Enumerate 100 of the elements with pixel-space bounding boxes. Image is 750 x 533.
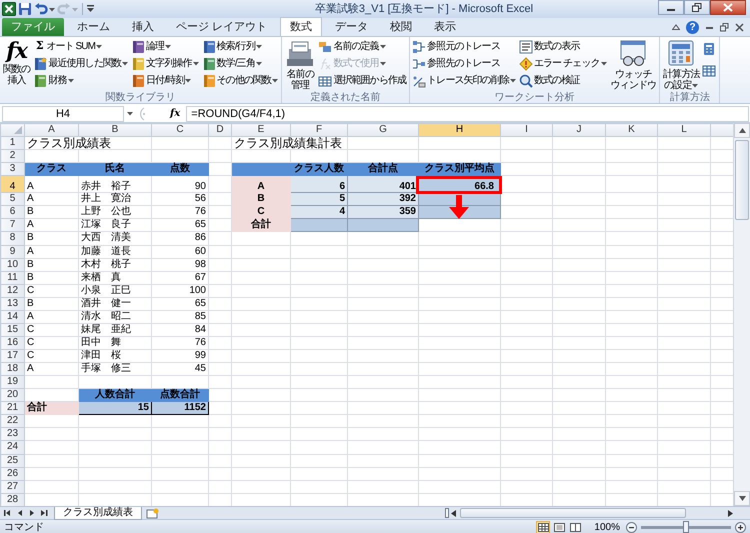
table-cell[interactable]: 赤井 裕子 (78, 176, 152, 193)
table-cell[interactable]: 84 (152, 323, 208, 336)
table-cell[interactable]: 合計 (24, 402, 78, 415)
table-cell[interactable]: 酒井 健一 (78, 297, 152, 310)
insert-function-button[interactable]: fx (170, 106, 180, 121)
column-header[interactable]: B (78, 124, 152, 137)
table-cell[interactable]: 6 (290, 176, 348, 193)
ribbon-button[interactable]: 最近使用した関数 (33, 55, 130, 72)
table-cell[interactable]: 4 (290, 206, 348, 219)
scroll-left-button[interactable] (451, 510, 456, 516)
new-sheet-button[interactable] (146, 508, 160, 518)
column-header[interactable]: E (232, 124, 290, 137)
table-cell[interactable]: C (24, 350, 78, 363)
row-header[interactable]: 10 (0, 258, 24, 272)
ribbon-tab[interactable]: 表示 (425, 18, 466, 36)
table-cell[interactable]: 65 (152, 297, 208, 310)
ribbon-tab[interactable]: 挿入 (123, 18, 163, 36)
ribbon-button[interactable]: トレース矢印の削除 (412, 72, 517, 89)
table-cell[interactable]: 359 (348, 206, 418, 219)
column-header[interactable]: K (606, 124, 658, 137)
maximize-button[interactable] (684, 0, 710, 15)
row-header[interactable]: 5 (0, 192, 24, 206)
row-header[interactable]: 20 (0, 388, 24, 402)
table-cell[interactable] (348, 218, 418, 232)
row-header[interactable]: 6 (0, 206, 24, 219)
table-cell[interactable]: 45 (152, 362, 208, 376)
header-cell[interactable]: 点数合計 (152, 388, 208, 402)
table-cell[interactable]: 清水 昭二 (78, 310, 152, 324)
column-header[interactable]: F (290, 124, 348, 137)
minimize-button[interactable] (658, 0, 684, 15)
row-header[interactable]: 12 (0, 284, 24, 298)
table-cell[interactable]: 合計 (232, 218, 290, 232)
table-cell[interactable]: B (24, 271, 78, 284)
ribbon-tab[interactable]: ホーム (68, 18, 119, 36)
ribbon-button[interactable]: fx 関数の 挿入 (2, 38, 32, 90)
table-cell[interactable] (290, 218, 348, 232)
row-header[interactable]: 2 (0, 150, 24, 163)
row-header[interactable]: 19 (0, 376, 24, 389)
scroll-down-button[interactable] (734, 491, 750, 506)
row-header[interactable]: 4 (0, 176, 24, 193)
table-cell[interactable]: B (232, 192, 290, 206)
name-box-dropdown[interactable] (124, 111, 136, 116)
previous-sheet-button[interactable] (16, 509, 24, 517)
zoom-in-button[interactable] (735, 522, 746, 532)
view-button[interactable] (552, 520, 566, 533)
table-cell[interactable]: C (24, 323, 78, 336)
ribbon-button[interactable]: 選択範囲から作成 (318, 72, 408, 89)
table-cell[interactable]: B (24, 258, 78, 272)
column-header[interactable]: I (500, 124, 552, 137)
column-header[interactable]: C (152, 124, 208, 137)
sheet-tab[interactable]: クラス別成績表 (54, 506, 142, 520)
scroll-up-button[interactable] (734, 123, 750, 138)
table-cell[interactable]: 100 (152, 284, 208, 298)
ribbon-button[interactable]: 論理 (131, 38, 200, 55)
ribbon-button[interactable]: 数式の検証 (518, 72, 608, 89)
table-cell[interactable]: 15 (78, 402, 152, 415)
sheet-title[interactable]: クラス別成績表 (24, 136, 152, 150)
table-cell[interactable]: 大西 清美 (78, 232, 152, 245)
next-sheet-button[interactable] (28, 509, 36, 517)
zoom-out-button[interactable] (626, 522, 637, 532)
table-cell[interactable]: 妹尾 亜紀 (78, 323, 152, 336)
table-cell[interactable]: A (24, 245, 78, 258)
row-header[interactable]: 28 (0, 493, 24, 506)
table-cell[interactable]: 86 (152, 232, 208, 245)
row-header[interactable]: 18 (0, 362, 24, 376)
table-cell[interactable]: 加藤 道長 (78, 245, 152, 258)
row-header[interactable]: 17 (0, 350, 24, 363)
row-header[interactable]: 3 (0, 162, 24, 176)
ribbon-button[interactable]: その他の関数 (202, 72, 280, 89)
header-cell[interactable] (232, 162, 290, 176)
row-header[interactable]: 24 (0, 440, 24, 454)
table-cell[interactable]: 392 (348, 192, 418, 206)
ribbon-button[interactable]: 検索/行列 (202, 38, 280, 55)
row-header[interactable]: 25 (0, 454, 24, 468)
last-sheet-button[interactable] (40, 509, 48, 517)
table-cell[interactable]: 76 (152, 206, 208, 219)
header-cell[interactable]: 合計点 (348, 162, 418, 176)
undo-button[interactable] (34, 1, 55, 17)
header-cell[interactable]: クラス別平均点 (418, 162, 500, 176)
column-header[interactable]: J (552, 124, 606, 137)
scroll-right-button[interactable] (728, 510, 733, 516)
row-header[interactable]: 1 (0, 136, 24, 150)
header-cell[interactable]: 点数 (152, 162, 208, 176)
first-sheet-button[interactable] (4, 509, 12, 517)
column-header[interactable]: D (208, 124, 232, 137)
table-cell[interactable]: 来栖 真 (78, 271, 152, 284)
table-cell[interactable]: C (232, 206, 290, 219)
table-cell[interactable]: 76 (152, 336, 208, 350)
formula-field[interactable]: =ROUND(G4/F4,1) (186, 106, 749, 122)
ribbon-button[interactable]: ウォッチ ウィンドウ (610, 38, 658, 90)
row-header[interactable]: 22 (0, 414, 24, 428)
table-cell[interactable]: 65 (152, 218, 208, 232)
help-button[interactable]: ? (686, 20, 699, 34)
table-cell[interactable]: 98 (152, 258, 208, 272)
table-cell[interactable]: 小泉 正巳 (78, 284, 152, 298)
table-cell[interactable]: A (24, 176, 78, 193)
table-cell[interactable]: B (24, 232, 78, 245)
row-header[interactable]: 7 (0, 218, 24, 232)
column-header[interactable]: G (348, 124, 418, 137)
ribbon-button[interactable]: 名前の定義 (318, 38, 408, 55)
